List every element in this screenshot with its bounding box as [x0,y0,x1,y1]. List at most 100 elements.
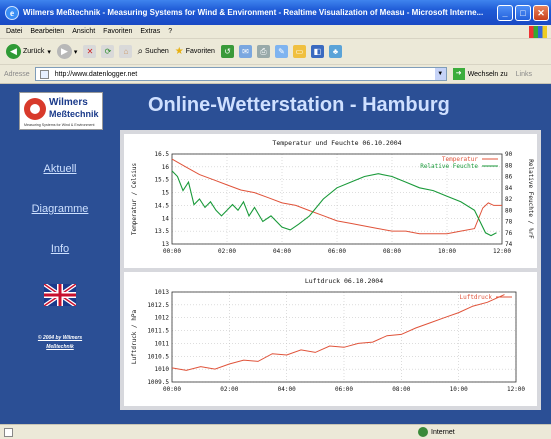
x-tick-label: 12:00 [493,248,511,255]
x-tick-label: 10:00 [450,386,468,393]
series-line-1 [171,170,497,237]
nav-aktuell[interactable]: Aktuell [0,163,120,175]
mail-icon[interactable]: ✉ [238,45,252,58]
legend-label: Temperatur [442,156,479,163]
history-icon[interactable]: ↺ [220,45,234,58]
y2-tick-label: 74 [505,241,513,248]
charts-panel: Temperatur und Feuchte 06.10.2004 Tempera… [120,130,541,410]
chevron-down-icon[interactable]: ▼ [434,68,446,80]
status-page-icon [4,427,13,437]
address-label: Adresse [4,70,30,78]
address-bar: Adresse http://www.datenlogger.net ▼ ➜ W… [0,65,551,84]
security-zone: Internet [418,427,455,437]
menu-bearbeiten[interactable]: Bearbeiten [30,28,64,35]
edit-icon[interactable]: ✎ [274,45,288,58]
messenger-icon[interactable]: ◧ [310,45,324,58]
links-button[interactable]: Links [516,71,532,78]
wilmers-logo[interactable]: Wilmers Meßtechnik Measuring Systems for… [19,92,103,130]
x-tick-label: 10:00 [438,248,456,255]
forward-arrow-icon: ▶ [56,44,72,59]
y-tick-label: 1012.5 [147,302,169,309]
x-tick-label: 06:00 [335,386,353,393]
y-tick-label: 16.5 [155,151,170,158]
forward-button[interactable]: ▶ ▾ [56,44,77,59]
copyright-link[interactable]: © 2004 by Wilmers Meßtechnik [0,334,120,352]
y2-axis-label: Relative Feuchte / %rF [527,159,534,239]
ie-icon: e [5,5,19,20]
chart-title: Luftdruck 06.10.2004 [305,277,383,285]
toolbar: ◀ Zurück ▾ ▶ ▾ ✕ ⟳ ⌂ ⌕ Suchen ★ Favoriten … [0,39,551,65]
legend-label: Relative Feuchte [420,163,478,170]
menu-favoriten[interactable]: Favoriten [103,28,132,35]
y-tick-label: 1012 [155,315,170,322]
y-tick-label: 1013 [155,289,170,296]
discuss-icon[interactable]: ♣ [328,45,342,58]
menu-datei[interactable]: Datei [6,28,22,35]
home-icon[interactable]: ⌂ [119,45,133,58]
y-tick-label: 1010 [155,366,170,373]
nav-info[interactable]: Info [0,243,120,255]
logo-name-2: Meßtechnik [49,109,99,119]
y-tick-label: 15 [162,190,170,197]
folder-icon[interactable]: ▭ [292,45,306,58]
temperature-humidity-svg: Temperatur und Feuchte 06.10.2004 Tempera… [131,139,534,255]
menu-extras[interactable]: Extras [140,28,160,35]
page-title: Online-Wetterstation - Hamburg [148,94,450,116]
maximize-button[interactable]: □ [515,4,531,21]
x-tick-label: 02:00 [218,248,236,255]
window-title: Wilmers Meßtechnik - Measuring Systems f… [23,8,484,17]
back-button[interactable]: ◀ Zurück ▾ [6,44,51,59]
y-tick-label: 14 [162,215,170,222]
y2-tick-label: 80 [505,207,513,214]
menu-help[interactable]: ? [168,28,172,35]
series-line-0 [171,294,505,371]
menubar: Datei Bearbeiten Ansicht Favoriten Extra… [0,25,551,39]
print-icon[interactable]: ⎙ [256,45,270,58]
y-tick-label: 15.5 [155,177,170,184]
y-tick-label: 16 [162,164,170,171]
y-axis-label: Temperatur / Celsius [131,162,138,235]
address-input[interactable]: http://www.datenlogger.net ▼ [34,67,447,81]
status-bar: Internet [0,424,551,439]
address-url: http://www.datenlogger.net [54,70,138,78]
go-button[interactable]: Wechseln zu [468,71,508,78]
favorites-button[interactable]: ★ Favoriten [175,46,215,57]
logo-name: Wilmers [49,97,88,108]
close-button[interactable]: ✕ [533,4,549,21]
y-tick-label: 13.5 [155,228,170,235]
globe-icon [418,427,428,437]
x-tick-label: 00:00 [163,248,181,255]
y-tick-label: 13 [162,241,170,248]
search-label: Suchen [145,48,169,55]
go-arrow-icon[interactable]: ➜ [452,68,465,80]
minimize-button[interactable]: _ [497,4,513,21]
zone-label: Internet [431,428,455,436]
nav-diagramme[interactable]: Diagramme [0,203,120,215]
y-tick-label: 1010.5 [147,353,169,360]
menu-ansicht[interactable]: Ansicht [72,28,95,35]
y-tick-label: 1011 [155,340,170,347]
y2-tick-label: 88 [505,162,513,169]
x-tick-label: 04:00 [273,248,291,255]
english-flag-icon[interactable] [44,284,76,306]
back-label: Zurück [23,48,45,55]
back-arrow-icon: ◀ [6,44,21,59]
page-icon [39,69,49,79]
chart-title: Temperatur und Feuchte 06.10.2004 [272,139,401,147]
x-tick-label: 06:00 [328,248,346,255]
y2-tick-label: 86 [505,174,513,181]
y2-tick-label: 82 [505,196,513,203]
y2-tick-label: 90 [505,151,513,158]
y2-tick-label: 78 [505,219,513,226]
stop-icon[interactable]: ✕ [83,45,97,58]
x-tick-label: 02:00 [220,386,238,393]
logo-tagline: Measuring Systems for Wind & Environment [24,123,95,127]
search-button[interactable]: ⌕ Suchen [137,46,168,57]
search-icon: ⌕ [137,46,144,57]
refresh-icon[interactable]: ⟳ [101,45,115,58]
logo-mark-icon [24,98,46,120]
x-tick-label: 08:00 [392,386,410,393]
favorites-label: Favoriten [185,48,215,55]
x-tick-label: 12:00 [507,386,525,393]
copyright-line-2: Meßtechnik [46,344,74,350]
